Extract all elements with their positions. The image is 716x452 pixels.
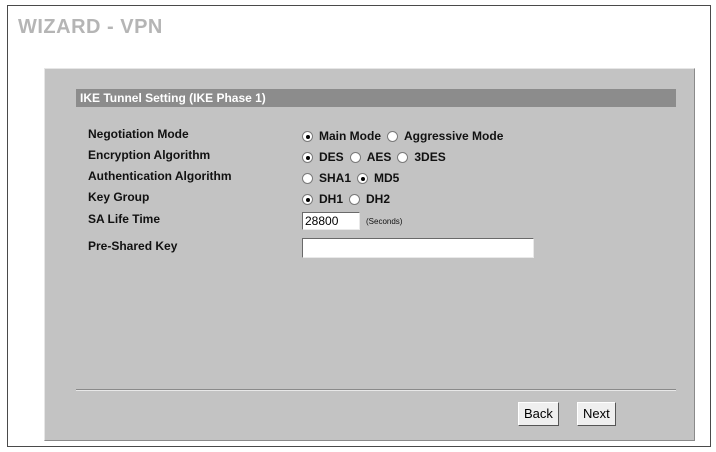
authentication-algorithm-label: Authentication Algorithm bbox=[88, 169, 232, 183]
radio-label[interactable]: DES bbox=[319, 150, 344, 164]
radio-label[interactable]: Aggressive Mode bbox=[404, 129, 503, 143]
radio-button[interactable] bbox=[349, 151, 361, 163]
sa-life-time-row: SA Life Time (Seconds) bbox=[88, 211, 648, 231]
page-title: WIZARD - VPN bbox=[18, 16, 163, 38]
sa-life-time-label: SA Life Time bbox=[88, 212, 161, 226]
negotiation-mode-options: Main Mode Aggressive Mode bbox=[302, 126, 509, 146]
section-title: IKE Tunnel Setting (IKE Phase 1) bbox=[76, 89, 676, 107]
radio-button[interactable] bbox=[302, 151, 313, 163]
radio-aggressive-mode[interactable]: Aggressive Mode bbox=[387, 129, 503, 143]
radio-label[interactable]: 3DES bbox=[414, 150, 445, 164]
radio-button[interactable] bbox=[302, 172, 313, 184]
radio-main-mode[interactable]: Main Mode bbox=[302, 129, 381, 143]
negotiation-mode-label: Negotiation Mode bbox=[88, 127, 189, 141]
radio-button[interactable] bbox=[387, 130, 398, 142]
radio-button[interactable] bbox=[349, 193, 361, 205]
pre-shared-key-control bbox=[302, 238, 534, 258]
radio-button[interactable] bbox=[302, 130, 313, 142]
authentication-algorithm-row: Authentication Algorithm SHA1 MD5 bbox=[88, 168, 648, 188]
sa-life-time-control: (Seconds) bbox=[302, 211, 402, 231]
radio-button[interactable] bbox=[302, 193, 313, 205]
radio-label[interactable]: SHA1 bbox=[319, 171, 351, 185]
back-button[interactable]: Back bbox=[518, 402, 559, 426]
radio-sha1[interactable]: SHA1 bbox=[302, 171, 351, 185]
key-group-row: Key Group DH1 DH2 bbox=[88, 189, 648, 209]
radio-button[interactable] bbox=[357, 172, 369, 184]
radio-label[interactable]: MD5 bbox=[374, 171, 399, 185]
key-group-options: DH1 DH2 bbox=[302, 189, 396, 209]
radio-dh2[interactable]: DH2 bbox=[349, 192, 390, 206]
radio-label[interactable]: AES bbox=[367, 150, 392, 164]
pre-shared-key-label: Pre-Shared Key bbox=[88, 239, 178, 253]
radio-3des[interactable]: 3DES bbox=[397, 150, 446, 164]
radio-button[interactable] bbox=[397, 151, 409, 163]
radio-label[interactable]: DH1 bbox=[319, 192, 343, 206]
wizard-frame: WIZARD - VPN IKE Tunnel Setting (IKE Pha… bbox=[7, 5, 711, 447]
radio-dh1[interactable]: DH1 bbox=[302, 192, 343, 206]
radio-label[interactable]: DH2 bbox=[366, 192, 390, 206]
radio-aes[interactable]: AES bbox=[349, 150, 392, 164]
sa-life-time-input[interactable] bbox=[302, 212, 360, 230]
footer-divider bbox=[76, 389, 676, 391]
pre-shared-key-row: Pre-Shared Key bbox=[88, 235, 648, 258]
encryption-algorithm-label: Encryption Algorithm bbox=[88, 148, 211, 162]
authentication-algorithm-options: SHA1 MD5 bbox=[302, 168, 405, 188]
pre-shared-key-input[interactable] bbox=[302, 238, 534, 258]
sa-life-time-unit: (Seconds) bbox=[366, 216, 403, 226]
radio-label[interactable]: Main Mode bbox=[319, 129, 381, 143]
encryption-algorithm-row: Encryption Algorithm DES AES 3DES bbox=[88, 147, 648, 167]
negotiation-mode-row: Negotiation Mode Main Mode Aggressive Mo… bbox=[88, 126, 648, 146]
key-group-label: Key Group bbox=[88, 190, 150, 204]
settings-panel: IKE Tunnel Setting (IKE Phase 1) Negotia… bbox=[44, 68, 695, 441]
radio-des[interactable]: DES bbox=[302, 150, 344, 164]
next-button[interactable]: Next bbox=[577, 402, 616, 426]
encryption-algorithm-options: DES AES 3DES bbox=[302, 147, 452, 167]
radio-md5[interactable]: MD5 bbox=[357, 171, 399, 185]
